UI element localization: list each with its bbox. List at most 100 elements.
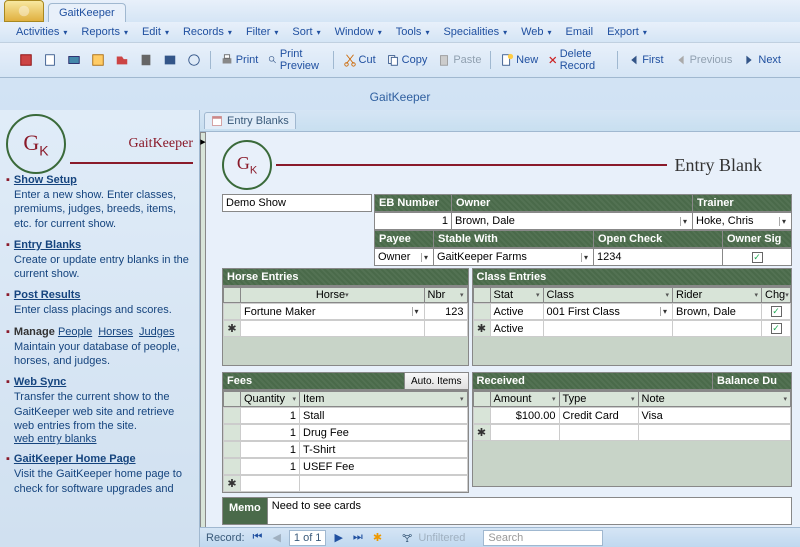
ribbon-tab-gaitkeeper[interactable]: GaitKeeper: [48, 3, 126, 22]
tool-icon-1[interactable]: [16, 51, 36, 69]
print-button[interactable]: Print: [217, 51, 262, 69]
nav-prev-icon[interactable]: ◀: [270, 531, 282, 544]
menu-specialities[interactable]: Specialities: [443, 26, 507, 38]
horse-row[interactable]: Fortune Maker123: [223, 303, 468, 320]
horse-entries-grid: Horse▾ Nbr▾ Fortune Maker123 ✱: [222, 286, 469, 366]
statusbar: Record: ⏮ ◀ 1 of 1 ▶ ⏭ ✱ 🝖 Unfiltered Se…: [200, 527, 800, 547]
nav-show-setup[interactable]: Show Setup: [14, 174, 77, 186]
copy-button[interactable]: Copy: [383, 51, 431, 69]
print-preview-label: Print Preview: [280, 48, 324, 72]
nav-home-page-desc: Visit the GaitKeeper home page to check …: [14, 467, 193, 496]
tool-icon-5[interactable]: [112, 51, 132, 69]
print-label: Print: [236, 54, 259, 66]
nav-manage-people[interactable]: People: [58, 326, 92, 338]
received-grid: Amount▾Type▾Note▾ $100.00Credit CardVisa…: [472, 390, 792, 487]
copy-label: Copy: [402, 54, 428, 66]
cut-label: Cut: [359, 54, 376, 66]
menu-activities[interactable]: Activities: [16, 26, 67, 38]
nav-web-entry-blanks[interactable]: web entry blanks: [14, 433, 97, 445]
memo-input[interactable]: [272, 500, 787, 512]
menu-edit[interactable]: Edit: [142, 26, 169, 38]
fee-row[interactable]: 1Stall: [223, 407, 468, 424]
nav-last-icon[interactable]: ⏭: [351, 531, 365, 544]
hdr-owner-sig: Owner Sig: [722, 230, 792, 248]
menu-web[interactable]: Web: [521, 26, 551, 38]
hdr-received: Received: [472, 372, 713, 390]
ribbon-tab-row: GaitKeeper: [0, 0, 800, 22]
tool-icon-6[interactable]: [136, 51, 156, 69]
nav-next-icon[interactable]: ▶: [332, 531, 344, 544]
fee-row[interactable]: 1T-Shirt: [223, 441, 468, 458]
open-check-value[interactable]: 1234: [597, 251, 621, 263]
previous-button[interactable]: Previous: [671, 51, 736, 69]
trainer-value[interactable]: Hoke, Chris: [696, 215, 753, 227]
office-orb[interactable]: [4, 0, 44, 22]
tool-icon-4[interactable]: [88, 51, 108, 69]
new-label: New: [516, 54, 538, 66]
first-button[interactable]: First: [623, 51, 666, 69]
tool-icon-2[interactable]: [40, 51, 60, 69]
new-button[interactable]: New: [497, 51, 541, 69]
show-name-input[interactable]: [226, 197, 368, 209]
nav-manage: Manage: [14, 326, 55, 338]
class-row[interactable]: Active001 First ClassBrown, Dale: [473, 303, 791, 320]
received-row[interactable]: $100.00Credit CardVisa: [473, 407, 791, 424]
class-entries-grid: Stat▾ Class▾ Rider▾ Chg▾ Active001 First…: [472, 286, 792, 366]
nav-web-sync[interactable]: Web Sync: [14, 376, 66, 388]
fee-row[interactable]: 1USEF Fee: [223, 458, 468, 475]
stable-with-value[interactable]: GaitKeeper Farms: [437, 251, 527, 263]
horse-row-new[interactable]: ✱: [223, 320, 468, 337]
hdr-horse-entries: Horse Entries: [222, 268, 469, 286]
menu-tools[interactable]: Tools: [396, 26, 430, 38]
search-box[interactable]: Search: [483, 530, 603, 546]
nav-new-icon[interactable]: ✱: [371, 531, 384, 544]
fee-row[interactable]: 1Drug Fee: [223, 424, 468, 441]
hdr-stable-with: Stable With: [433, 230, 594, 248]
menu-filter[interactable]: Filter: [246, 26, 278, 38]
menu-sort[interactable]: Sort: [292, 26, 320, 38]
auto-items-button[interactable]: Auto. Items: [404, 372, 469, 390]
chg-check[interactable]: [771, 306, 782, 317]
tool-icon-3[interactable]: [64, 51, 84, 69]
hdr-balance-due: Balance Du: [712, 372, 792, 390]
owner-sig-check[interactable]: [752, 252, 763, 263]
nav-manage-judges[interactable]: Judges: [139, 326, 174, 338]
eb-number-value[interactable]: 1: [442, 215, 448, 227]
cut-button[interactable]: Cut: [340, 51, 379, 69]
next-button[interactable]: Next: [739, 51, 784, 69]
menu-reports[interactable]: Reports: [81, 26, 128, 38]
hdr-class-entries: Class Entries: [472, 268, 792, 286]
payee-value[interactable]: Owner: [378, 251, 410, 263]
received-row-new[interactable]: ✱: [473, 424, 791, 441]
nav-post-results[interactable]: Post Results: [14, 289, 81, 301]
fee-row-new[interactable]: ✱: [223, 475, 468, 492]
record-position: 1 of 1: [289, 530, 327, 546]
next-label: Next: [758, 54, 781, 66]
paste-button[interactable]: Paste: [434, 51, 484, 69]
record-label: Record:: [206, 532, 245, 544]
nav-home-page[interactable]: GaitKeeper Home Page: [14, 453, 136, 465]
nav-entry-blanks[interactable]: Entry Blanks: [14, 239, 81, 251]
class-row-new[interactable]: ✱Active: [473, 320, 791, 337]
delete-record-button[interactable]: Delete Record: [545, 46, 610, 74]
nav-first-icon[interactable]: ⏮: [251, 531, 265, 544]
menu-records[interactable]: Records: [183, 26, 232, 38]
form-tab-entry-blanks[interactable]: Entry Blanks: [204, 112, 296, 129]
nav-manage-desc: Maintain your database of people, horses…: [14, 340, 193, 369]
menu-email[interactable]: Email: [566, 26, 594, 38]
nav-manage-horses[interactable]: Horses: [98, 326, 133, 338]
tool-icon-8[interactable]: [184, 51, 204, 69]
tool-icon-7[interactable]: [160, 51, 180, 69]
toolbar: Print Print Preview Cut Copy Paste New D…: [0, 43, 800, 78]
chg-check-2[interactable]: [771, 323, 782, 334]
nav-post-results-desc: Enter class placings and scores.: [14, 303, 193, 317]
previous-label: Previous: [690, 54, 733, 66]
filter-icon[interactable]: 🝖: [402, 527, 412, 547]
nav-entry-blanks-desc: Create or update entry blanks in the cur…: [14, 253, 193, 282]
owner-value[interactable]: Brown, Dale: [455, 215, 515, 227]
form-icon: [211, 115, 223, 127]
logo-text: GaitKeeper: [128, 136, 193, 152]
menu-export[interactable]: Export: [607, 26, 647, 38]
menu-window[interactable]: Window: [335, 26, 382, 38]
print-preview-button[interactable]: Print Preview: [265, 46, 327, 74]
